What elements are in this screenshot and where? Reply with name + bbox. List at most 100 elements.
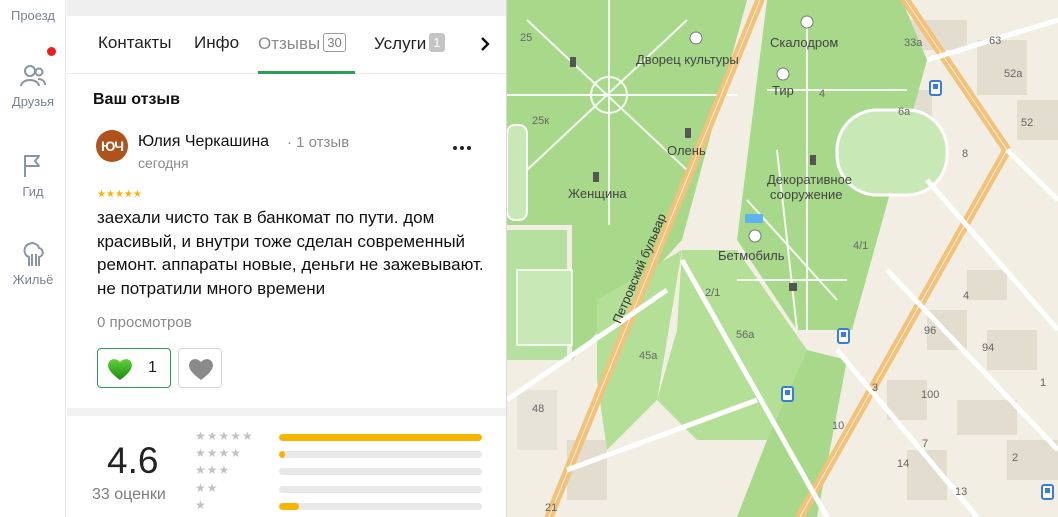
tab-info[interactable]: Инфо	[194, 33, 239, 53]
friends-icon	[20, 65, 46, 87]
map-label-dvorets[interactable]: Дворец культуры	[636, 52, 739, 67]
housing-icon	[23, 242, 44, 266]
bus-stop-icon[interactable]	[837, 328, 850, 344]
map-house-number: 14	[897, 458, 910, 470]
dislike-button[interactable]	[178, 348, 222, 388]
more-dot-icon	[453, 146, 457, 150]
rail-item-guide[interactable]: Гид	[0, 152, 66, 199]
map-label-zhenshchina[interactable]: Женщина	[568, 186, 627, 201]
map-house-number: 21	[545, 502, 558, 514]
panel-top-strip	[67, 0, 506, 16]
more-options-button[interactable]	[452, 138, 472, 158]
map-house-number: 7	[922, 438, 929, 450]
map-house-number: 56а	[736, 329, 755, 341]
rating-row-4: ★★★★	[195, 446, 485, 461]
left-rail: Проезд Друзья Гид Жильё	[0, 0, 66, 517]
rail-item-friends[interactable]: Друзья	[0, 62, 66, 109]
rating-row-stars: ★★★	[195, 463, 231, 477]
flag-icon	[24, 155, 40, 177]
rail-friends-label: Друзья	[11, 94, 55, 109]
bus-stop-icon[interactable]	[1041, 484, 1054, 500]
tab-bar: Контакты Инфо Отзывы 30 Услуги 1	[67, 16, 506, 74]
more-dot-icon	[460, 146, 464, 150]
map-house-number: 6а	[898, 106, 911, 118]
bus-stop-icon[interactable]	[781, 386, 794, 402]
map-label-dekor-1[interactable]: Декоративное	[767, 172, 852, 187]
tab-reviews-label: Отзывы	[258, 34, 321, 53]
map-label-dekor-2[interactable]: сооружение	[770, 187, 842, 202]
rating-row-stars: ★	[195, 498, 207, 512]
review-author-name[interactable]: Юлия Черкашина	[138, 133, 269, 151]
rail-item-route[interactable]: Проезд	[0, 8, 66, 23]
author-reviews-count: · 1 отзыв	[287, 134, 350, 151]
tab-services-count: 1	[429, 33, 445, 52]
map-house-number: 4/1	[853, 240, 869, 252]
rating-row-stars: ★★★★	[195, 446, 243, 460]
map-house-number: 96	[924, 325, 937, 337]
map-house-number: 8	[962, 148, 969, 160]
tab-reviews-count: 30	[323, 33, 346, 52]
heart-broken-icon	[189, 359, 213, 380]
map-house-number: 13	[955, 486, 968, 498]
map-house-number: 33а	[904, 37, 923, 49]
map-house-number: 45а	[639, 350, 658, 362]
your-review-title: Ваш отзыв	[93, 91, 180, 108]
avatar[interactable]: ЮЧ	[96, 130, 128, 162]
rating-bar	[279, 486, 482, 493]
rail-item-housing[interactable]: Жильё	[0, 240, 66, 287]
rating-bar-fill	[279, 434, 482, 441]
review-date: сегодня	[138, 155, 189, 171]
rating-row-5: ★★★★★	[195, 429, 485, 444]
map-house-number: 4	[963, 290, 970, 302]
tab-reviews[interactable]: Отзывы 30	[258, 33, 346, 54]
map-house-number: 25к	[532, 115, 550, 127]
rating-value: 4.6	[107, 440, 159, 481]
map-label-skalodrom[interactable]: Скалодром	[770, 35, 838, 50]
rating-row-2: ★★	[195, 481, 485, 496]
tab-contacts[interactable]: Контакты	[98, 33, 171, 53]
map-house-number: 94	[982, 342, 995, 354]
map-house-number: 3	[872, 382, 879, 394]
review-text: заехали чисто так в банкомат по пути. до…	[97, 208, 484, 298]
rail-housing-label: Жильё	[12, 272, 54, 287]
rating-bar	[279, 468, 482, 475]
app-window: Проезд Друзья Гид Жильё Контакты Инфо От…	[0, 0, 1058, 517]
map-house-number: 1	[1040, 377, 1047, 389]
more-dot-icon	[467, 146, 471, 150]
map-house-number: 63	[989, 35, 1002, 47]
review-views: 0 просмотров	[97, 314, 192, 331]
heart-icon	[108, 359, 132, 380]
rating-bar	[279, 503, 482, 510]
like-button[interactable]: 1	[97, 348, 171, 388]
rating-row-stars: ★★★★★	[195, 429, 254, 443]
bus-stop-icon[interactable]	[929, 80, 942, 96]
map-house-number: 4	[819, 88, 826, 100]
chevron-right-icon[interactable]	[475, 34, 495, 54]
section-divider	[67, 408, 506, 416]
tab-services-label: Услуги	[374, 34, 427, 53]
rating-bar-fill	[279, 503, 300, 510]
map-label-tir[interactable]: Тир	[772, 83, 794, 98]
map-label-olen[interactable]: Олень	[667, 143, 706, 158]
notification-dot	[47, 47, 56, 56]
map-house-number: 2/1	[705, 287, 721, 299]
rating-row-3: ★★★	[195, 463, 485, 478]
map-view[interactable]: Дворец культуры Скалодром Тир Олень Женщ…	[507, 0, 1058, 517]
org-panel: Контакты Инфо Отзывы 30 Услуги 1 Ваш отзыв…	[67, 0, 507, 517]
map-house-number: 100	[921, 389, 940, 401]
active-tab-indicator	[258, 71, 355, 74]
tab-info-label: Инфо	[194, 33, 240, 52]
map-house-number: 52	[1021, 117, 1034, 129]
map-house-number: 2	[1012, 452, 1019, 464]
review-stars: ★★★★★	[97, 189, 142, 200]
map-house-number: 52а	[1004, 68, 1023, 80]
rating-bar-fill	[279, 451, 286, 458]
rating-bar	[279, 434, 482, 441]
rating-bar	[279, 451, 482, 458]
rail-route-label: Проезд	[10, 8, 55, 23]
map-house-number: 25	[520, 32, 533, 44]
rating-row-stars: ★★	[195, 481, 219, 495]
map-label-betmobil[interactable]: Бетмобиль	[718, 248, 785, 263]
tab-services[interactable]: Услуги 1	[374, 33, 445, 54]
tab-contacts-label: Контакты	[98, 33, 172, 52]
